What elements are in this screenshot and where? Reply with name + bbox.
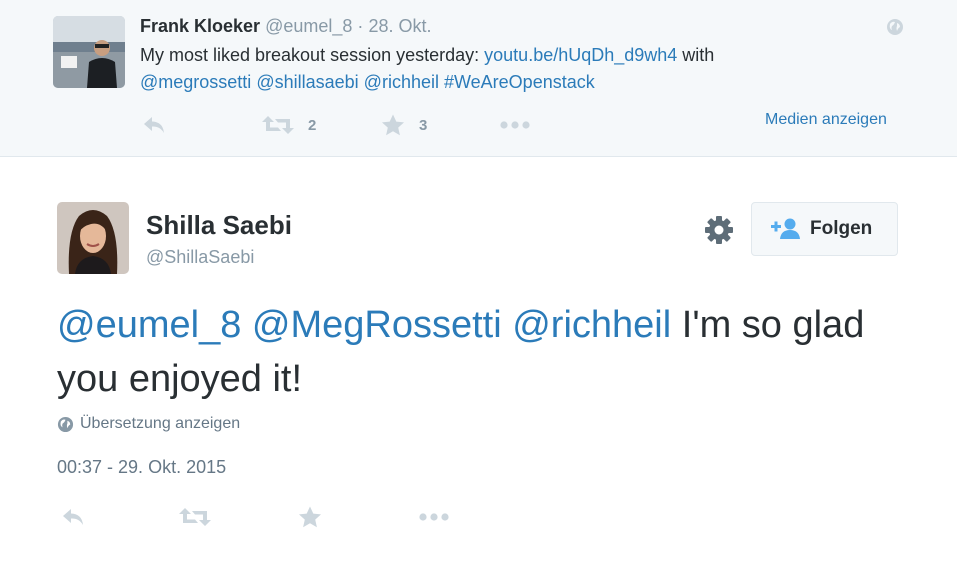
tweet-header: Frank Kloeker @eumel_8 · 28. Okt. (140, 14, 431, 38)
parent-tweet[interactable]: Frank Kloeker @eumel_8 · 28. Okt. My mos… (0, 0, 957, 157)
mention-link[interactable]: @eumel_8 (57, 304, 241, 346)
translate-link[interactable]: Übersetzung anzeigen (57, 412, 240, 436)
tweet-text: My most liked breakout session yesterday… (140, 42, 900, 96)
avatar[interactable] (57, 202, 129, 274)
translate-label: Übersetzung anzeigen (80, 415, 241, 432)
separator-dot: · (357, 16, 364, 36)
retweet-icon (179, 508, 211, 526)
avatar-photo-icon (57, 202, 129, 274)
author-name[interactable]: Shilla Saebi (146, 210, 292, 240)
reply-icon (144, 117, 164, 133)
reply-button[interactable] (61, 502, 85, 532)
more-button[interactable] (500, 110, 530, 140)
follow-person-plus-icon (771, 218, 800, 239)
avatar-photo-icon (53, 16, 125, 88)
mention-link[interactable]: @shillasaebi (256, 72, 358, 92)
author-name[interactable]: Frank Kloeker (140, 16, 260, 36)
author-handle[interactable]: @eumel_8 (265, 16, 352, 36)
reply-button[interactable] (142, 110, 166, 140)
tweet-timestamp[interactable]: 00:37 - 29. Okt. 2015 (57, 455, 226, 479)
avatar[interactable] (53, 16, 125, 88)
favorite-button[interactable]: 3 (381, 110, 427, 140)
follow-button-label: Folgen (810, 218, 873, 239)
mention-link[interactable]: @richheil (512, 304, 671, 346)
more-dots-icon (500, 121, 530, 129)
mention-link[interactable]: @megrossetti (140, 72, 251, 92)
reply-icon (63, 509, 83, 525)
show-media-link[interactable]: Medien anzeigen (765, 109, 887, 131)
retweet-button[interactable]: 2 (262, 110, 316, 140)
gear-icon[interactable] (703, 214, 735, 246)
more-button[interactable] (419, 502, 449, 532)
tweet-date[interactable]: 28. Okt. (368, 16, 431, 36)
tweet-text: @eumel_8 @MegRossetti @richheil I'm so g… (57, 298, 907, 406)
favorite-star-icon (299, 506, 321, 528)
retweet-count: 2 (308, 116, 317, 134)
hashtag-link[interactable]: #WeAreOpenstack (444, 72, 595, 92)
retweet-icon (262, 116, 294, 134)
mention-link[interactable]: @MegRossetti (252, 304, 502, 346)
globe-icon (57, 416, 74, 432)
globe-icon (887, 19, 903, 35)
mention-link[interactable]: @richheil (364, 72, 439, 92)
retweet-button[interactable] (179, 502, 211, 532)
follow-button[interactable]: Folgen (751, 202, 898, 256)
youtube-link[interactable]: youtu.be/hUqDh_d9wh4 (484, 45, 677, 65)
favorite-button[interactable] (298, 502, 322, 532)
more-dots-icon (419, 513, 449, 521)
favorite-count: 3 (419, 116, 428, 134)
tweet-text-with: with (677, 45, 715, 65)
favorite-star-icon (382, 114, 404, 136)
tweet-text-prefix: My most liked breakout session yesterday… (140, 45, 485, 65)
tweet-actions (57, 502, 507, 532)
author-handle[interactable]: @ShillaSaebi (146, 245, 254, 269)
